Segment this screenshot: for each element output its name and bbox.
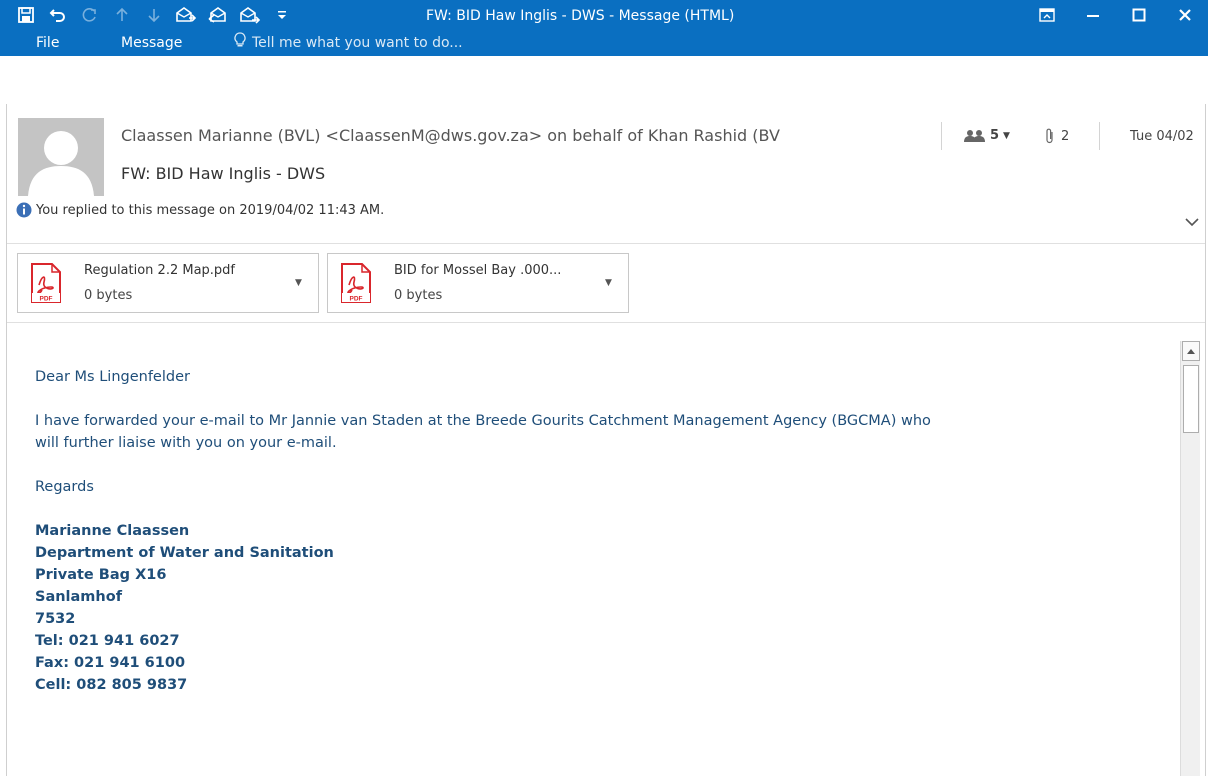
previous-item-icon[interactable]: [108, 1, 136, 29]
save-icon[interactable]: [12, 1, 40, 29]
svg-text:PDF: PDF: [350, 296, 363, 303]
paperclip-icon: [1046, 128, 1053, 144]
expand-header-chevron-icon[interactable]: [1184, 214, 1200, 230]
signature-address: Sanlamhof: [35, 589, 123, 605]
tell-me-search[interactable]: Tell me what you want to do...: [234, 32, 463, 54]
signature-address: Private Bag X16: [35, 567, 167, 583]
pdf-file-icon: PDF: [30, 263, 62, 307]
header-divider: [7, 243, 1205, 244]
message-body: Dear Ms Lingenfelder I have forwarded yo…: [35, 366, 1155, 696]
tab-file[interactable]: File: [36, 33, 59, 53]
window-controls: [1024, 0, 1208, 30]
pdf-file-icon: PDF: [340, 263, 372, 307]
people-icon: [964, 129, 985, 142]
sent-date: Tue 04/02: [1130, 129, 1194, 144]
people-button[interactable]: 5 ▼: [964, 128, 1010, 143]
body-line: will further liaise with you on your e-m…: [35, 435, 337, 451]
maximize-icon[interactable]: [1116, 0, 1162, 30]
closing: Regards: [35, 479, 94, 495]
reply-icon[interactable]: [172, 1, 200, 29]
forward-icon[interactable]: [236, 1, 264, 29]
customize-qat-icon[interactable]: [268, 1, 296, 29]
ribbon-display-options-icon[interactable]: [1024, 0, 1070, 30]
lightbulb-icon: [234, 32, 246, 54]
avatar[interactable]: [18, 118, 104, 196]
message-subject: FW: BID Haw Inglis - DWS: [121, 164, 326, 183]
signature-postcode: 7532: [35, 611, 76, 627]
signature-fax: Fax: 021 941 6100: [35, 655, 186, 671]
quick-access-toolbar: [0, 0, 296, 30]
attachment-name: Regulation 2.2 Map.pdf: [84, 263, 236, 278]
chevron-down-icon[interactable]: ▼: [605, 278, 612, 288]
reply-info-text: You replied to this message on 2019/04/0…: [36, 202, 385, 218]
info-icon: [16, 202, 32, 218]
signature-tel: Tel: 021 941 6027: [35, 633, 180, 649]
attachment-item[interactable]: PDF BID for Mossel Bay .000... 0 bytes ▼: [327, 253, 629, 313]
close-icon[interactable]: [1162, 0, 1208, 30]
reading-pane-border-left: [6, 104, 7, 776]
sender-line[interactable]: Claassen Marianne (BVL) <ClaassenM@dws.g…: [121, 126, 780, 145]
minimize-icon[interactable]: [1070, 0, 1116, 30]
window-title: FW: BID Haw Inglis - DWS - Message (HTML…: [426, 8, 735, 24]
info-bar: You replied to this message on 2019/04/0…: [16, 202, 384, 218]
attachment-count-button[interactable]: 2: [1045, 128, 1069, 144]
greeting: Dear Ms Lingenfelder: [35, 369, 190, 385]
reading-pane-border-right: [1205, 104, 1206, 776]
signature-name: Marianne Claassen: [35, 523, 190, 539]
attachments-divider: [7, 322, 1205, 323]
redo-icon[interactable]: [76, 1, 104, 29]
ribbon-tabs: File Message Tell me what you want to do…: [0, 30, 1208, 56]
body-line: I have forwarded your e-mail to Mr Janni…: [35, 413, 931, 429]
attachment-count: 2: [1061, 128, 1070, 144]
undo-icon[interactable]: [44, 1, 72, 29]
person-icon: [28, 131, 94, 196]
chevron-down-icon: ▼: [1003, 130, 1010, 141]
svg-text:PDF: PDF: [40, 296, 53, 303]
tab-message[interactable]: Message: [121, 33, 182, 53]
reply-all-icon[interactable]: [204, 1, 232, 29]
chevron-down-icon[interactable]: ▼: [295, 278, 302, 288]
scrollbar-thumb[interactable]: [1183, 365, 1199, 433]
title-bar: FW: BID Haw Inglis - DWS - Message (HTML…: [0, 0, 1208, 56]
vertical-scrollbar[interactable]: [1180, 341, 1200, 776]
attachment-size: 0 bytes: [394, 288, 443, 303]
attachment-size: 0 bytes: [84, 288, 133, 303]
next-item-icon[interactable]: [140, 1, 168, 29]
scroll-up-arrow-icon[interactable]: [1182, 341, 1200, 361]
tell-me-placeholder: Tell me what you want to do...: [252, 35, 463, 51]
signature-cell: Cell: 082 805 9837: [35, 677, 188, 693]
signature-department: Department of Water and Sanitation: [35, 545, 334, 561]
attachment-name: BID for Mossel Bay .000...: [394, 263, 562, 278]
header-separator: [1099, 122, 1100, 150]
people-count: 5: [990, 128, 1000, 143]
attachment-item[interactable]: PDF Regulation 2.2 Map.pdf 0 bytes ▼: [17, 253, 319, 313]
header-separator: [941, 122, 942, 150]
